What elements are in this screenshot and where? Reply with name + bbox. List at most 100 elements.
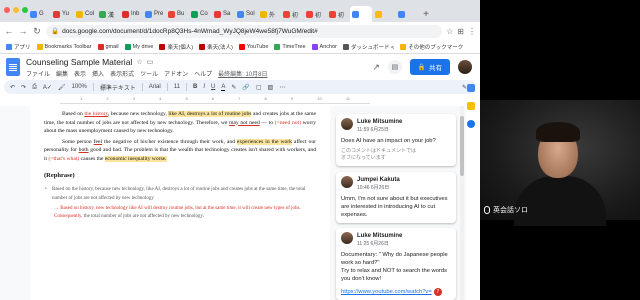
comment-link[interactable]: https://www.youtube.com/watch?v= (341, 289, 432, 295)
calendar-icon[interactable] (467, 84, 475, 92)
bookmark-item[interactable]: その他のブックマーク (400, 43, 463, 51)
bookmark-item[interactable]: 楽天(個人) (159, 43, 193, 51)
highlight-icon[interactable]: ✎ (231, 84, 236, 91)
activity-icon[interactable]: ↗ (372, 62, 380, 73)
tab-label: Bu (177, 11, 185, 17)
star-icon[interactable]: ☆ (136, 58, 142, 66)
spellcheck-icon[interactable]: A✓ (43, 84, 52, 91)
extensions-icon[interactable]: ⊞ (457, 27, 464, 36)
tab-label: Yu (62, 11, 70, 17)
bookmark-item[interactable]: YouTube (238, 43, 268, 50)
menu-file[interactable]: ファイル (26, 69, 50, 78)
tab-label: 初 (315, 12, 322, 19)
menu-edit[interactable]: 編集 (56, 69, 68, 78)
italic-button[interactable]: I (203, 84, 205, 90)
close-window-button[interactable] (4, 7, 10, 13)
ruler[interactable]: 1 2 3 4 5 6 7 8 9 10 11 (60, 96, 370, 104)
browser-tab[interactable] (350, 6, 372, 22)
browser-tab[interactable]: Inb (120, 6, 142, 22)
bookmark-item[interactable]: Anchor (311, 43, 337, 50)
menu-view[interactable]: 表示 (74, 69, 86, 78)
browser-tab[interactable] (396, 6, 418, 22)
new-tab-button[interactable]: + (419, 6, 433, 22)
bookmark-item[interactable]: 楽天(法人) (199, 43, 233, 51)
text-color-icon[interactable]: A (221, 84, 226, 91)
tab-label: 初 (338, 12, 345, 19)
menu-icon[interactable]: ⋮ (468, 27, 476, 36)
comment-history-icon[interactable]: ▤ (387, 60, 402, 74)
zoom-select[interactable]: 100% (72, 84, 87, 90)
browser-tab[interactable]: Pre (143, 6, 165, 22)
bold-button[interactable]: B (193, 84, 197, 90)
browser-tab[interactable]: Sol (235, 6, 257, 22)
browser-tab[interactable]: Bu (166, 6, 188, 22)
doc-title[interactable]: Counseling Sample Material (26, 57, 132, 67)
favicon-icon (145, 10, 152, 18)
menu-help[interactable]: ヘルプ (194, 69, 212, 78)
bookmark-item[interactable]: Bookmarks Toolbar (36, 43, 92, 50)
comment-card[interactable]: Jumpei Kakuta 10:46 6月26日 Umm, I'm not s… (336, 172, 456, 223)
divider (166, 83, 168, 91)
notification-badge: 7 (433, 288, 442, 296)
comment-card[interactable]: Luke Mitsumine 11:59 6月25日 Does AI have … (336, 114, 456, 166)
browser-tab[interactable]: 外 (258, 6, 280, 22)
webcam-feed: 英会話ソロ (480, 0, 640, 300)
reload-icon[interactable]: ↻ (32, 26, 42, 37)
comment-icon[interactable]: ▢ (256, 84, 262, 91)
more-icon[interactable]: ⋯ (279, 84, 285, 91)
bookmark-item[interactable]: ダッシュボード < (342, 43, 394, 51)
style-select[interactable]: 標準テキスト (100, 83, 136, 92)
docs-logo-icon[interactable] (6, 58, 20, 76)
comment-card[interactable]: Luke Mitsumine 11:25 6月26日 Documentary: … (336, 228, 456, 300)
browser-tab[interactable]: 漢 (97, 6, 119, 22)
tab-label: 外 (269, 12, 276, 19)
bookmark-item[interactable]: アプリ (6, 43, 31, 51)
print-icon[interactable]: ⎙ (32, 84, 37, 91)
last-edit-link[interactable]: 最終編集: 10月8日 (218, 69, 267, 78)
menu-insert[interactable]: 挿入 (92, 69, 104, 78)
keep-icon[interactable] (467, 102, 475, 110)
favicon-icon (398, 10, 405, 18)
maximize-window-button[interactable] (22, 7, 28, 13)
font-size-select[interactable]: 11 (174, 84, 180, 90)
browser-tab[interactable] (373, 6, 395, 22)
image-icon[interactable]: ▨ (268, 84, 274, 91)
move-folder-icon[interactable]: ▭ (147, 58, 154, 66)
scrollbar[interactable] (460, 106, 464, 300)
menu-tools[interactable]: ツール (140, 69, 158, 78)
menu-format[interactable]: 表示形式 (110, 69, 134, 78)
star-icon[interactable]: ☆ (446, 27, 453, 36)
menu-addons[interactable]: アドオン (164, 69, 188, 78)
comment-author: Luke Mitsumine (357, 233, 403, 239)
browser-tab[interactable]: 初 (281, 6, 303, 22)
browser-tab[interactable]: Yu (51, 6, 73, 22)
underline-button[interactable]: U (211, 84, 215, 90)
font-select[interactable]: Arial (149, 84, 161, 90)
favicon-icon (76, 10, 83, 18)
paint-format-icon[interactable]: 🖌 (58, 84, 66, 91)
browser-tab[interactable]: Sa (212, 6, 234, 22)
tasks-icon[interactable] (467, 120, 475, 128)
avatar[interactable] (458, 60, 472, 74)
browser-tab[interactable]: 初 (304, 6, 326, 22)
share-button[interactable]: 🔒 共有 (409, 59, 450, 75)
back-icon[interactable]: ← (4, 26, 14, 36)
url-input[interactable]: 🔒 docs.google.com/document/d/1docRp8Q3Hs… (46, 24, 443, 38)
gmail-icon (97, 43, 104, 50)
bookmark-item[interactable]: My drive (124, 43, 153, 50)
avatar (341, 176, 353, 188)
undo-icon[interactable]: ↶ (10, 84, 15, 91)
forward-icon[interactable]: → (18, 26, 28, 36)
bookmark-item[interactable]: gmail (97, 43, 119, 50)
document-page[interactable]: Based on the history, because new techno… (30, 106, 330, 300)
browser-tab[interactable]: Co (189, 6, 211, 22)
tab-label: Co (200, 11, 208, 17)
browser-tab[interactable]: 初 (327, 6, 349, 22)
redo-icon[interactable]: ↷ (21, 84, 26, 91)
browser-tab[interactable]: Col (74, 6, 96, 22)
link-icon[interactable]: 🔗 (242, 84, 249, 91)
browser-tab[interactable]: G (28, 6, 50, 22)
bookmark-item[interactable]: TimeTree (274, 43, 306, 50)
minimize-window-button[interactable] (13, 7, 19, 13)
divider (92, 83, 94, 91)
